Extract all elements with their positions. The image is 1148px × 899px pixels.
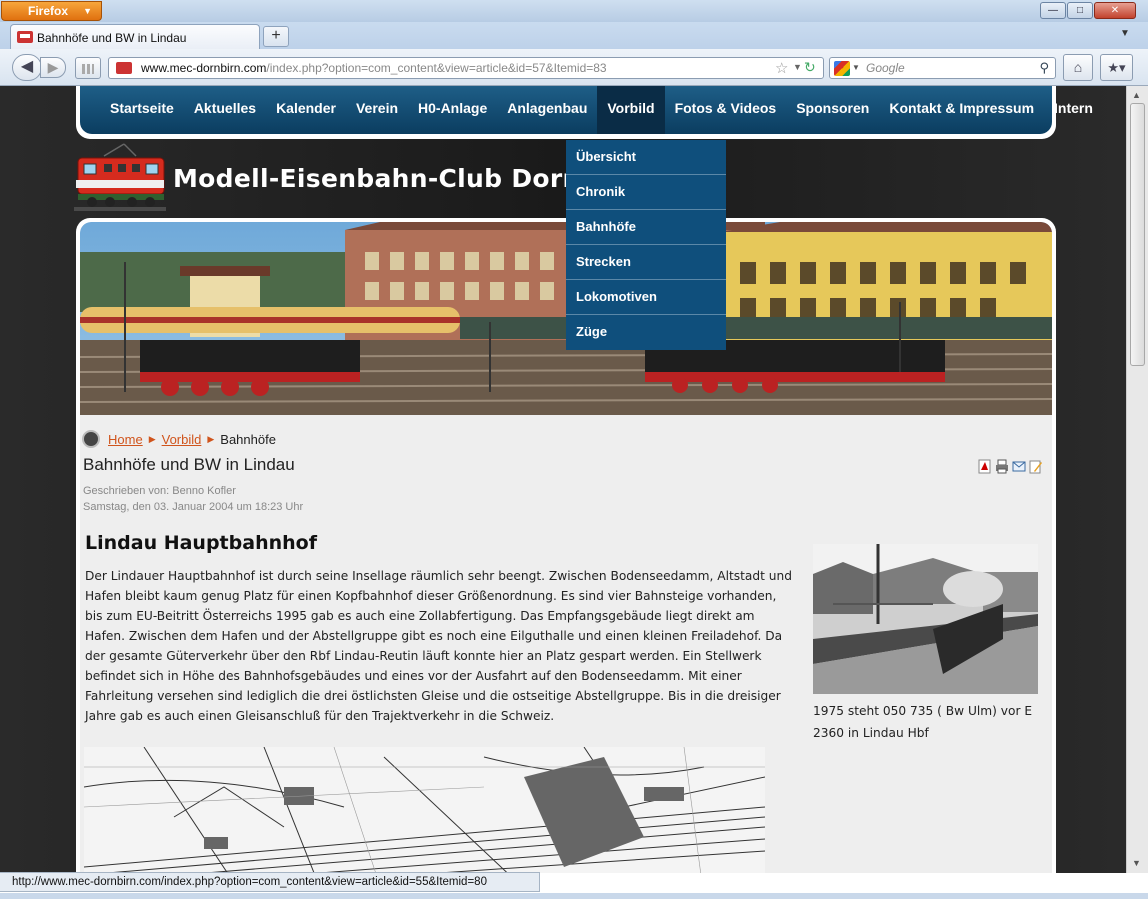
dropdown-item-chronik[interactable]: Chronik bbox=[566, 175, 726, 210]
url-bar[interactable]: www.mec-dornbirn.com/index.php?option=co… bbox=[108, 57, 824, 79]
track-plan-map[interactable] bbox=[84, 747, 765, 873]
menu-item-anlagenbau[interactable]: Anlagenbau bbox=[497, 86, 597, 134]
breadcrumb-home-link[interactable]: Home bbox=[108, 432, 143, 447]
article-author: Geschrieben von: Benno Kofler bbox=[83, 485, 236, 497]
new-tab-button[interactable]: + bbox=[263, 26, 289, 47]
search-placeholder: Google bbox=[866, 61, 905, 75]
minimize-button[interactable]: — bbox=[1040, 2, 1066, 19]
reload-icon[interactable]: ↻ bbox=[804, 59, 816, 76]
main-menu: Startseite Aktuelles Kalender Verein H0-… bbox=[80, 86, 1093, 134]
article-tools bbox=[978, 459, 1043, 474]
dropdown-item-zuege[interactable]: Züge bbox=[566, 315, 726, 350]
vertical-scrollbar[interactable]: ▲ ▼ bbox=[1126, 86, 1148, 873]
dropdown-item-strecken[interactable]: Strecken bbox=[566, 245, 726, 280]
url-text: www.mec-dornbirn.com/index.php?option=co… bbox=[141, 61, 607, 75]
print-icon[interactable] bbox=[995, 459, 1009, 474]
window-bottom-border bbox=[0, 893, 1148, 899]
breadcrumb-arrow-icon: ▶ bbox=[207, 433, 215, 444]
window-titlebar: Firefox ▼ — □ ✕ bbox=[0, 0, 1148, 22]
vorbild-dropdown-menu: Übersicht Chronik Bahnhöfe Strecken Loko… bbox=[566, 140, 726, 350]
menu-item-vorbild[interactable]: Vorbild bbox=[597, 86, 665, 134]
breadcrumb-vorbild-link[interactable]: Vorbild bbox=[162, 432, 202, 447]
home-button[interactable]: ⌂ bbox=[1063, 54, 1093, 81]
tab-title: Bahnhöfe und BW in Lindau bbox=[37, 31, 187, 45]
tab-strip: Bahnhöfe und BW in Lindau + ▼ bbox=[0, 22, 1148, 50]
search-box[interactable]: ▼ Google ⚲ bbox=[829, 57, 1056, 79]
back-button[interactable]: ◀ bbox=[12, 54, 42, 81]
close-button[interactable]: ✕ bbox=[1094, 2, 1136, 19]
engine-dropdown-icon[interactable]: ▼ bbox=[852, 63, 860, 72]
bookmarks-menu-button[interactable]: ★▾ bbox=[1100, 54, 1133, 81]
scrollbar-thumb[interactable] bbox=[1130, 103, 1145, 366]
breadcrumb-current: Bahnhöfe bbox=[220, 431, 276, 447]
tab-list-icon[interactable]: ▼ bbox=[1120, 28, 1130, 39]
menu-item-intern[interactable]: Intern bbox=[1044, 86, 1103, 134]
menu-item-kontakt[interactable]: Kontakt & Impressum bbox=[879, 86, 1044, 134]
site-favicon-icon bbox=[116, 62, 132, 74]
article-body: Der Lindauer Hauptbahnhof ist durch sein… bbox=[85, 569, 792, 723]
email-icon[interactable] bbox=[1012, 459, 1026, 474]
pdf-icon[interactable] bbox=[978, 459, 992, 474]
maximize-button[interactable]: □ bbox=[1067, 2, 1093, 19]
site-favicon-icon bbox=[17, 31, 33, 43]
dropdown-item-bahnhoefe[interactable]: Bahnhöfe bbox=[566, 210, 726, 245]
forward-button[interactable]: ▶ bbox=[40, 57, 66, 78]
station-photo[interactable] bbox=[813, 544, 1038, 694]
search-icon[interactable]: ⚲ bbox=[1039, 60, 1049, 76]
dropdown-item-lokomotiven[interactable]: Lokomotiven bbox=[566, 280, 726, 315]
breadcrumb-home-icon bbox=[82, 430, 100, 448]
article-date: Samstag, den 03. Januar 2004 um 18:23 Uh… bbox=[83, 501, 304, 513]
menu-item-h0-anlage[interactable]: H0-Anlage bbox=[408, 86, 497, 134]
status-bar-link: http://www.mec-dornbirn.com/index.php?op… bbox=[0, 872, 540, 892]
url-history-dropdown-icon[interactable]: ▼ bbox=[793, 62, 802, 72]
main-menu-frame: Startseite Aktuelles Kalender Verein H0-… bbox=[76, 86, 1093, 139]
chevron-down-icon: ▼ bbox=[83, 6, 92, 16]
menu-item-sponsoren[interactable]: Sponsoren bbox=[786, 86, 879, 134]
google-engine-icon[interactable] bbox=[834, 61, 850, 76]
page-stats-icon[interactable] bbox=[75, 57, 101, 79]
article-title: Bahnhöfe und BW in Lindau bbox=[83, 455, 295, 474]
edit-icon[interactable] bbox=[1029, 459, 1043, 474]
menu-item-aktuelles[interactable]: Aktuelles bbox=[184, 86, 266, 134]
menu-item-fotos-videos[interactable]: Fotos & Videos bbox=[665, 86, 787, 134]
breadcrumb-arrow-icon: ▶ bbox=[148, 433, 156, 444]
menu-item-kalender[interactable]: Kalender bbox=[266, 86, 346, 134]
section-heading: Lindau Hauptbahnhof bbox=[85, 532, 317, 554]
tab-active[interactable]: Bahnhöfe und BW in Lindau bbox=[10, 24, 260, 50]
firefox-menu-button[interactable]: Firefox ▼ bbox=[1, 1, 102, 21]
photo-caption: 1975 steht 050 735 ( Bw Ulm) vor E 2360 … bbox=[813, 704, 1033, 740]
menu-item-verein[interactable]: Verein bbox=[346, 86, 408, 134]
breadcrumb: Home ▶ Vorbild ▶ Bahnhöfe bbox=[82, 429, 276, 449]
navigation-toolbar: ◀ ▶ www.mec-dornbirn.com/index.php?optio… bbox=[0, 49, 1148, 86]
dropdown-item-uebersicht[interactable]: Übersicht bbox=[566, 140, 726, 175]
bookmark-star-icon[interactable]: ☆ bbox=[775, 59, 788, 77]
menu-item-startseite[interactable]: Startseite bbox=[100, 86, 184, 134]
scroll-down-icon[interactable]: ▼ bbox=[1132, 858, 1141, 868]
club-logo-locomotive[interactable] bbox=[74, 142, 166, 214]
page-viewport: Startseite Aktuelles Kalender Verein H0-… bbox=[0, 86, 1126, 873]
scroll-up-icon[interactable]: ▲ bbox=[1132, 90, 1141, 100]
